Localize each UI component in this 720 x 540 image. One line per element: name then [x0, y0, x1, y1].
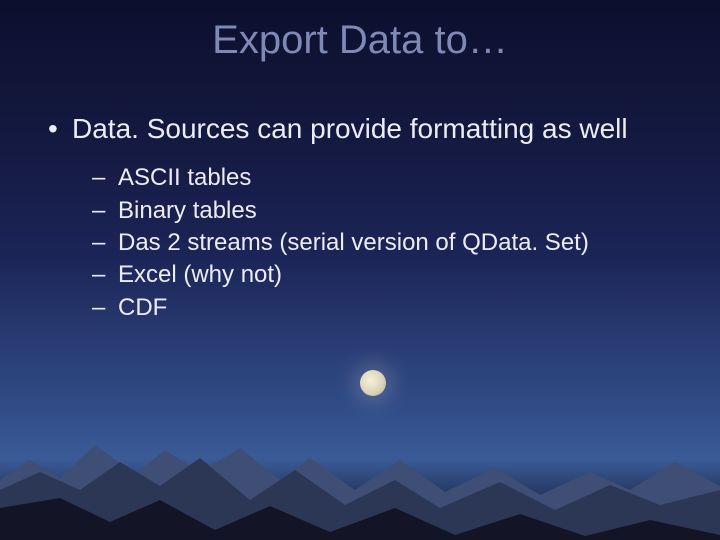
slide: Export Data to… Data. Sources can provid… — [0, 0, 720, 540]
bullet-level2: ASCII tables — [92, 162, 676, 194]
moon-decoration — [360, 370, 386, 396]
bullet-level2: Binary tables — [92, 195, 676, 227]
bullet-subgroup: ASCII tables Binary tables Das 2 streams… — [92, 162, 676, 324]
bullet-level2: Excel (why not) — [92, 259, 676, 291]
slide-content: Data. Sources can provide formatting as … — [44, 112, 676, 324]
slide-title: Export Data to… — [0, 18, 720, 63]
bullet-level1: Data. Sources can provide formatting as … — [44, 112, 676, 146]
mountain-decoration — [0, 390, 720, 540]
bullet-level2: CDF — [92, 292, 676, 324]
bullet-level2: Das 2 streams (serial version of QData. … — [92, 227, 676, 259]
